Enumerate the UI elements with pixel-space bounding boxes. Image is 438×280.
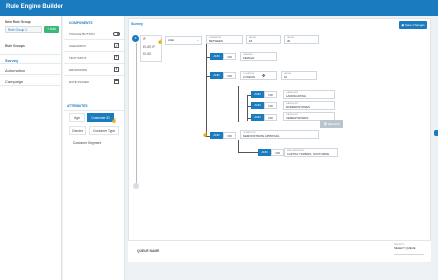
gender-select[interactable]: GENDER FEMALE <box>240 52 277 61</box>
attribute-customer-type[interactable]: Customer Type <box>89 126 119 135</box>
chevron-down-icon: ⌄ <box>196 38 199 42</box>
attribute-gender[interactable]: Gender <box>69 126 86 135</box>
component-text-input[interactable]: TEXT INPUT <box>69 56 86 60</box>
tree-line <box>238 86 239 122</box>
component-toggle-button[interactable]: TOGGLE BUTTON <box>69 32 95 36</box>
distance-value-input[interactable]: VALUE 10 <box>281 71 317 80</box>
rule-group-label: Campaign <box>5 79 24 84</box>
sub-category-value: CAPITAL TOWERS, SOUTHSIDE <box>287 152 330 157</box>
components-heading: COMPONENTS <box>69 21 93 25</box>
value-text: 18 <box>249 39 253 44</box>
divider <box>64 110 125 111</box>
category-value: CEMENTWORKS <box>286 116 309 121</box>
divider <box>64 51 124 52</box>
priority-select[interactable]: PRIORITY SELECT QUEUE <box>394 244 424 255</box>
rule-groups-sidebar: New Rule Group Rule Group 1 + Add Rule G… <box>0 16 62 280</box>
attribute-customer-id[interactable]: Customer ID <box>87 113 114 122</box>
or-toggle[interactable]: OR <box>271 149 284 156</box>
field-select-age[interactable]: AGE ⌄ <box>165 36 202 45</box>
tree-line <box>136 43 137 186</box>
move-cursor-icon: ✥ <box>262 73 266 78</box>
new-rule-group-label: New Rule Group <box>5 20 31 24</box>
and-toggle[interactable]: AND <box>258 149 271 156</box>
dropdown-option-else[interactable]: ELSE <box>143 52 151 56</box>
operator-select[interactable]: OPERATOR BETWEEN <box>206 35 243 44</box>
operator-value: BETWEEN <box>209 39 223 44</box>
add-rule-group-button[interactable]: + Add <box>44 26 59 33</box>
root-node-toggle[interactable]: If <box>132 35 139 42</box>
gender-value: FEMALE <box>243 56 255 61</box>
component-date-picker[interactable]: DATE PICKER <box>69 80 89 84</box>
calendar-icon <box>114 79 119 84</box>
value-caption: VALUE <box>249 37 257 39</box>
category-value: LANDSCAPING <box>286 94 307 99</box>
attributes-heading: ATTRIBUTES <box>67 104 88 108</box>
rule-group-label: Automation <box>5 68 26 73</box>
divider <box>64 75 124 76</box>
attribute-customer-segment[interactable]: Customer Segment <box>69 139 105 148</box>
save-changes-button[interactable]: ▣ Save Changes <box>399 21 427 29</box>
component-checkbox[interactable]: CHECKBOX <box>69 44 86 48</box>
rule-group-name-input[interactable]: Rule Group 1 <box>5 26 42 33</box>
or-toggle[interactable]: OR <box>264 91 277 98</box>
and-toggle[interactable]: AND <box>251 91 264 98</box>
hand-cursor-icon: ☝ <box>202 132 209 138</box>
category-select-2[interactable]: CATEGORY MODERNSTONES <box>283 101 335 110</box>
rule-group-item-automation[interactable]: Automation <box>0 65 62 75</box>
or-toggle[interactable]: OR <box>223 132 236 139</box>
value-input-2[interactable]: VALUE 30 <box>284 35 319 44</box>
or-toggle[interactable]: OR <box>223 53 236 60</box>
delete-button[interactable]: 🗑 DELETE <box>320 120 343 128</box>
queue-footer: QUEUE NAME PRIORITY SELECT QUEUE <box>128 240 431 262</box>
priority-value: SELECT QUEUE <box>394 246 416 250</box>
value-caption: VALUE <box>287 37 295 39</box>
rule-group-item-campaign[interactable]: Campaign <box>0 76 62 86</box>
panel-collapse-handle[interactable] <box>434 130 438 136</box>
and-toggle[interactable]: AND <box>210 53 223 60</box>
toggle-icon <box>113 32 120 36</box>
value-input-1[interactable]: VALUE 18 <box>246 35 281 44</box>
queue-name-label: QUEUE NAME <box>137 249 160 253</box>
dropdown-option-else-if[interactable]: ELSE IF <box>143 45 155 49</box>
value-text: 10 <box>284 75 288 80</box>
divider <box>64 63 124 64</box>
location-select[interactable]: LOCATION LONDON <box>240 71 277 80</box>
dropdown-icon: ▾ <box>114 67 119 72</box>
value-text: 30 <box>287 39 291 44</box>
or-toggle[interactable]: OR <box>264 114 277 121</box>
tree-line <box>238 152 258 153</box>
attribute-age[interactable]: Age <box>69 113 85 122</box>
app-title: Rule Engine Builder <box>6 4 64 10</box>
component-dropdown[interactable]: DROPDOWN <box>69 68 87 72</box>
add-node-placeholder[interactable] <box>133 183 139 189</box>
or-toggle[interactable]: OR <box>223 72 236 79</box>
and-toggle[interactable]: AND <box>251 114 264 121</box>
app-header: Rule Engine Builder <box>0 0 438 16</box>
location-value: LONDON <box>243 75 255 80</box>
and-toggle[interactable]: AND <box>210 132 223 139</box>
condition-select[interactable]: CONDITION DEMONSTRATE APPROVAL <box>240 130 319 139</box>
divider <box>64 39 124 40</box>
builder-title: Survey <box>131 22 143 26</box>
rule-groups-heading: Rule Groups <box>5 44 25 48</box>
dropdown-option-if[interactable]: IF <box>143 37 146 41</box>
category-value: MODERNSTONES <box>286 105 310 110</box>
save-changes-label: Save Changes <box>404 23 425 27</box>
condition-value: DEMONSTRATE APPROVAL <box>243 134 280 139</box>
rule-group-item-survey[interactable]: Survey <box>0 54 62 64</box>
category-select-1[interactable]: CATEGORY LANDSCAPING <box>283 90 335 99</box>
text-input-icon: T <box>114 55 119 60</box>
or-toggle[interactable]: OR <box>264 102 277 109</box>
hand-cursor-icon: ☝ <box>111 118 118 124</box>
value-caption: VALUE <box>284 73 292 75</box>
and-toggle[interactable]: AND <box>251 102 264 109</box>
and-toggle[interactable]: AND <box>210 72 223 79</box>
hand-cursor-icon: ☝ <box>157 39 164 45</box>
field-select-value: AGE <box>168 38 174 42</box>
delete-label: DELETE <box>327 122 340 126</box>
checkbox-icon: ✓ <box>114 43 119 48</box>
rule-group-label: Survey <box>5 58 19 63</box>
sub-category-select[interactable]: SUB CATEGORY CAPITAL TOWERS, SOUTHSIDE <box>284 148 338 157</box>
